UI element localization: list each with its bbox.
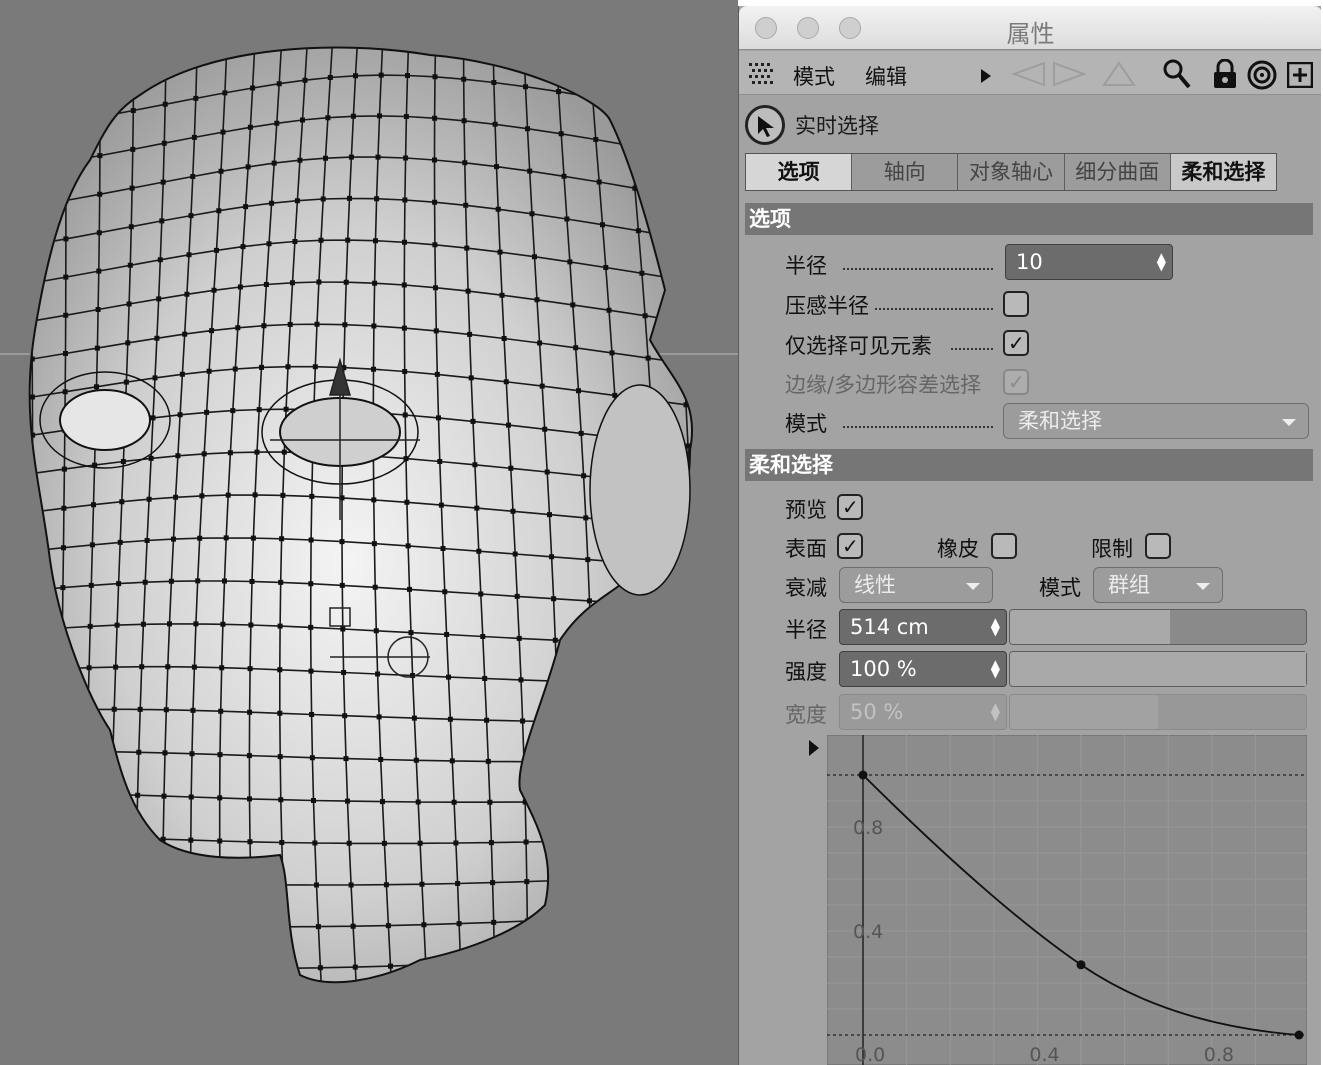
pressure-radius-leader [875,308,993,310]
x-tick-label: 0.4 [1029,1044,1059,1065]
grid-menu-icon[interactable] [749,63,775,85]
soft-radius-slider-fill [1010,610,1170,644]
y-tick-label: 0.8 [853,817,883,839]
falloff-select[interactable]: 线性 [839,567,993,603]
falloff-select-value: 线性 [854,573,896,597]
play-arrow-icon[interactable] [981,69,991,83]
soft-mode-select[interactable]: 群组 [1093,567,1223,603]
options-section-header[interactable]: 选项 [745,203,1313,235]
y-tick-label: 0.4 [853,921,883,943]
strength-label: 强度 [785,660,827,684]
curve-point [1294,1030,1304,1040]
strength-value: 100 % [850,657,917,681]
soft-radius-input[interactable]: 514 cm ▲ ▼ [839,609,1007,645]
window-title: 属性 [1006,20,1055,48]
strength-stepper-icon[interactable]: ▲ ▼ [991,658,1000,679]
rubber-label: 橡皮 [937,537,979,561]
attributes-window: 属性 模式 编辑 实时选择 选项 轴向 对象轴心 细分曲面 柔和选择 选项 半径… [738,6,1321,1065]
chevron-down-icon [1196,583,1210,590]
radius-stepper-icon[interactable]: ▲ ▼ [1157,251,1166,272]
radius-leader [843,268,993,270]
chart-background [827,735,1307,1065]
pressure-radius-label: 压感半径 [785,294,869,318]
tab-options[interactable]: 选项 [746,154,853,190]
mode-select[interactable]: 柔和选择 [1003,403,1309,439]
strength-input[interactable]: 100 % ▲ ▼ [839,651,1007,687]
search-icon[interactable] [1163,59,1191,89]
width-slider[interactable] [1009,694,1307,730]
x-tick-label: 0.0 [855,1044,885,1065]
edge-tolerance-label: 边缘/多边形容差选择 [785,373,982,397]
history-arrows-icon[interactable] [1009,61,1139,87]
tab-soft-selection[interactable]: 柔和选择 [1170,154,1277,190]
width-value: 50 % [850,700,904,724]
pressure-radius-checkbox[interactable] [1003,291,1029,317]
width-slider-fill [1010,695,1158,729]
strength-slider-fill [1010,652,1306,686]
restrict-label: 限制 [1091,537,1133,561]
soft-mode-label: 模式 [1039,576,1081,600]
rubber-checkbox[interactable] [991,533,1017,559]
head-mesh[interactable] [0,0,738,1065]
preview-checkbox[interactable]: ✓ [837,494,863,520]
soft-radius-value: 514 cm [850,615,929,639]
curve-point [1076,960,1086,970]
menu-bar: 模式 编辑 [739,51,1321,95]
restrict-checkbox[interactable] [1145,533,1171,559]
expand-arrow-icon[interactable] [809,740,819,756]
mode-select-value: 柔和选择 [1018,409,1102,433]
falloff-curve-chart[interactable]: 0.0 0.4 0.8 0.8 0.4 [827,735,1307,1065]
lock-icon[interactable] [1213,59,1237,89]
surface-checkbox[interactable]: ✓ [837,533,863,559]
new-panel-icon[interactable] [1287,62,1313,88]
x-tick-label: 0.8 [1204,1044,1234,1065]
menu-mode[interactable]: 模式 [793,61,835,91]
left-eye [59,389,151,451]
falloff-label: 衰减 [785,576,827,600]
preview-label: 预览 [785,498,827,522]
soft-radius-slider[interactable] [1009,609,1307,645]
menu-edit[interactable]: 编辑 [865,61,907,91]
soft-radius-stepper-icon[interactable]: ▲ ▼ [991,616,1000,637]
surface-label: 表面 [785,537,827,561]
tab-object-axis[interactable]: 对象轴心 [958,154,1065,190]
width-label: 宽度 [785,703,827,727]
mode-label: 模式 [785,412,827,436]
radius-value: 10 [1016,250,1043,274]
tool-header: 实时选择 [739,102,1321,148]
visible-only-checkbox[interactable]: ✓ [1003,330,1029,356]
ear [589,384,691,596]
live-selection-tool-icon[interactable] [745,105,785,145]
tab-subdivision-surface[interactable]: 细分曲面 [1064,154,1171,190]
visible-only-label: 仅选择可见元素 [785,334,932,358]
title-bar[interactable]: 属性 [739,6,1321,50]
target-icon[interactable] [1247,60,1277,90]
tool-name: 实时选择 [795,114,879,138]
chevron-down-icon [966,583,980,590]
soft-mode-select-value: 群组 [1108,573,1150,597]
strength-slider[interactable] [1009,651,1307,687]
tab-bar: 选项 轴向 对象轴心 细分曲面 柔和选择 [745,153,1277,191]
soft-radius-label: 半径 [785,618,827,642]
3d-viewport[interactable] [0,0,738,1065]
radius-label: 半径 [785,254,827,278]
width-input[interactable]: 50 % ▲ ▼ [839,694,1007,730]
mode-leader [843,426,993,428]
chevron-down-icon [1282,419,1296,426]
edge-tolerance-checkbox[interactable]: ✓ [1003,369,1029,395]
width-stepper-icon[interactable]: ▲ ▼ [991,701,1000,722]
tab-axis[interactable]: 轴向 [852,154,959,190]
visible-only-leader [951,348,993,350]
curve-point [858,770,868,780]
soft-selection-section-header[interactable]: 柔和选择 [745,449,1313,481]
radius-input[interactable]: 10 ▲ ▼ [1005,244,1173,280]
